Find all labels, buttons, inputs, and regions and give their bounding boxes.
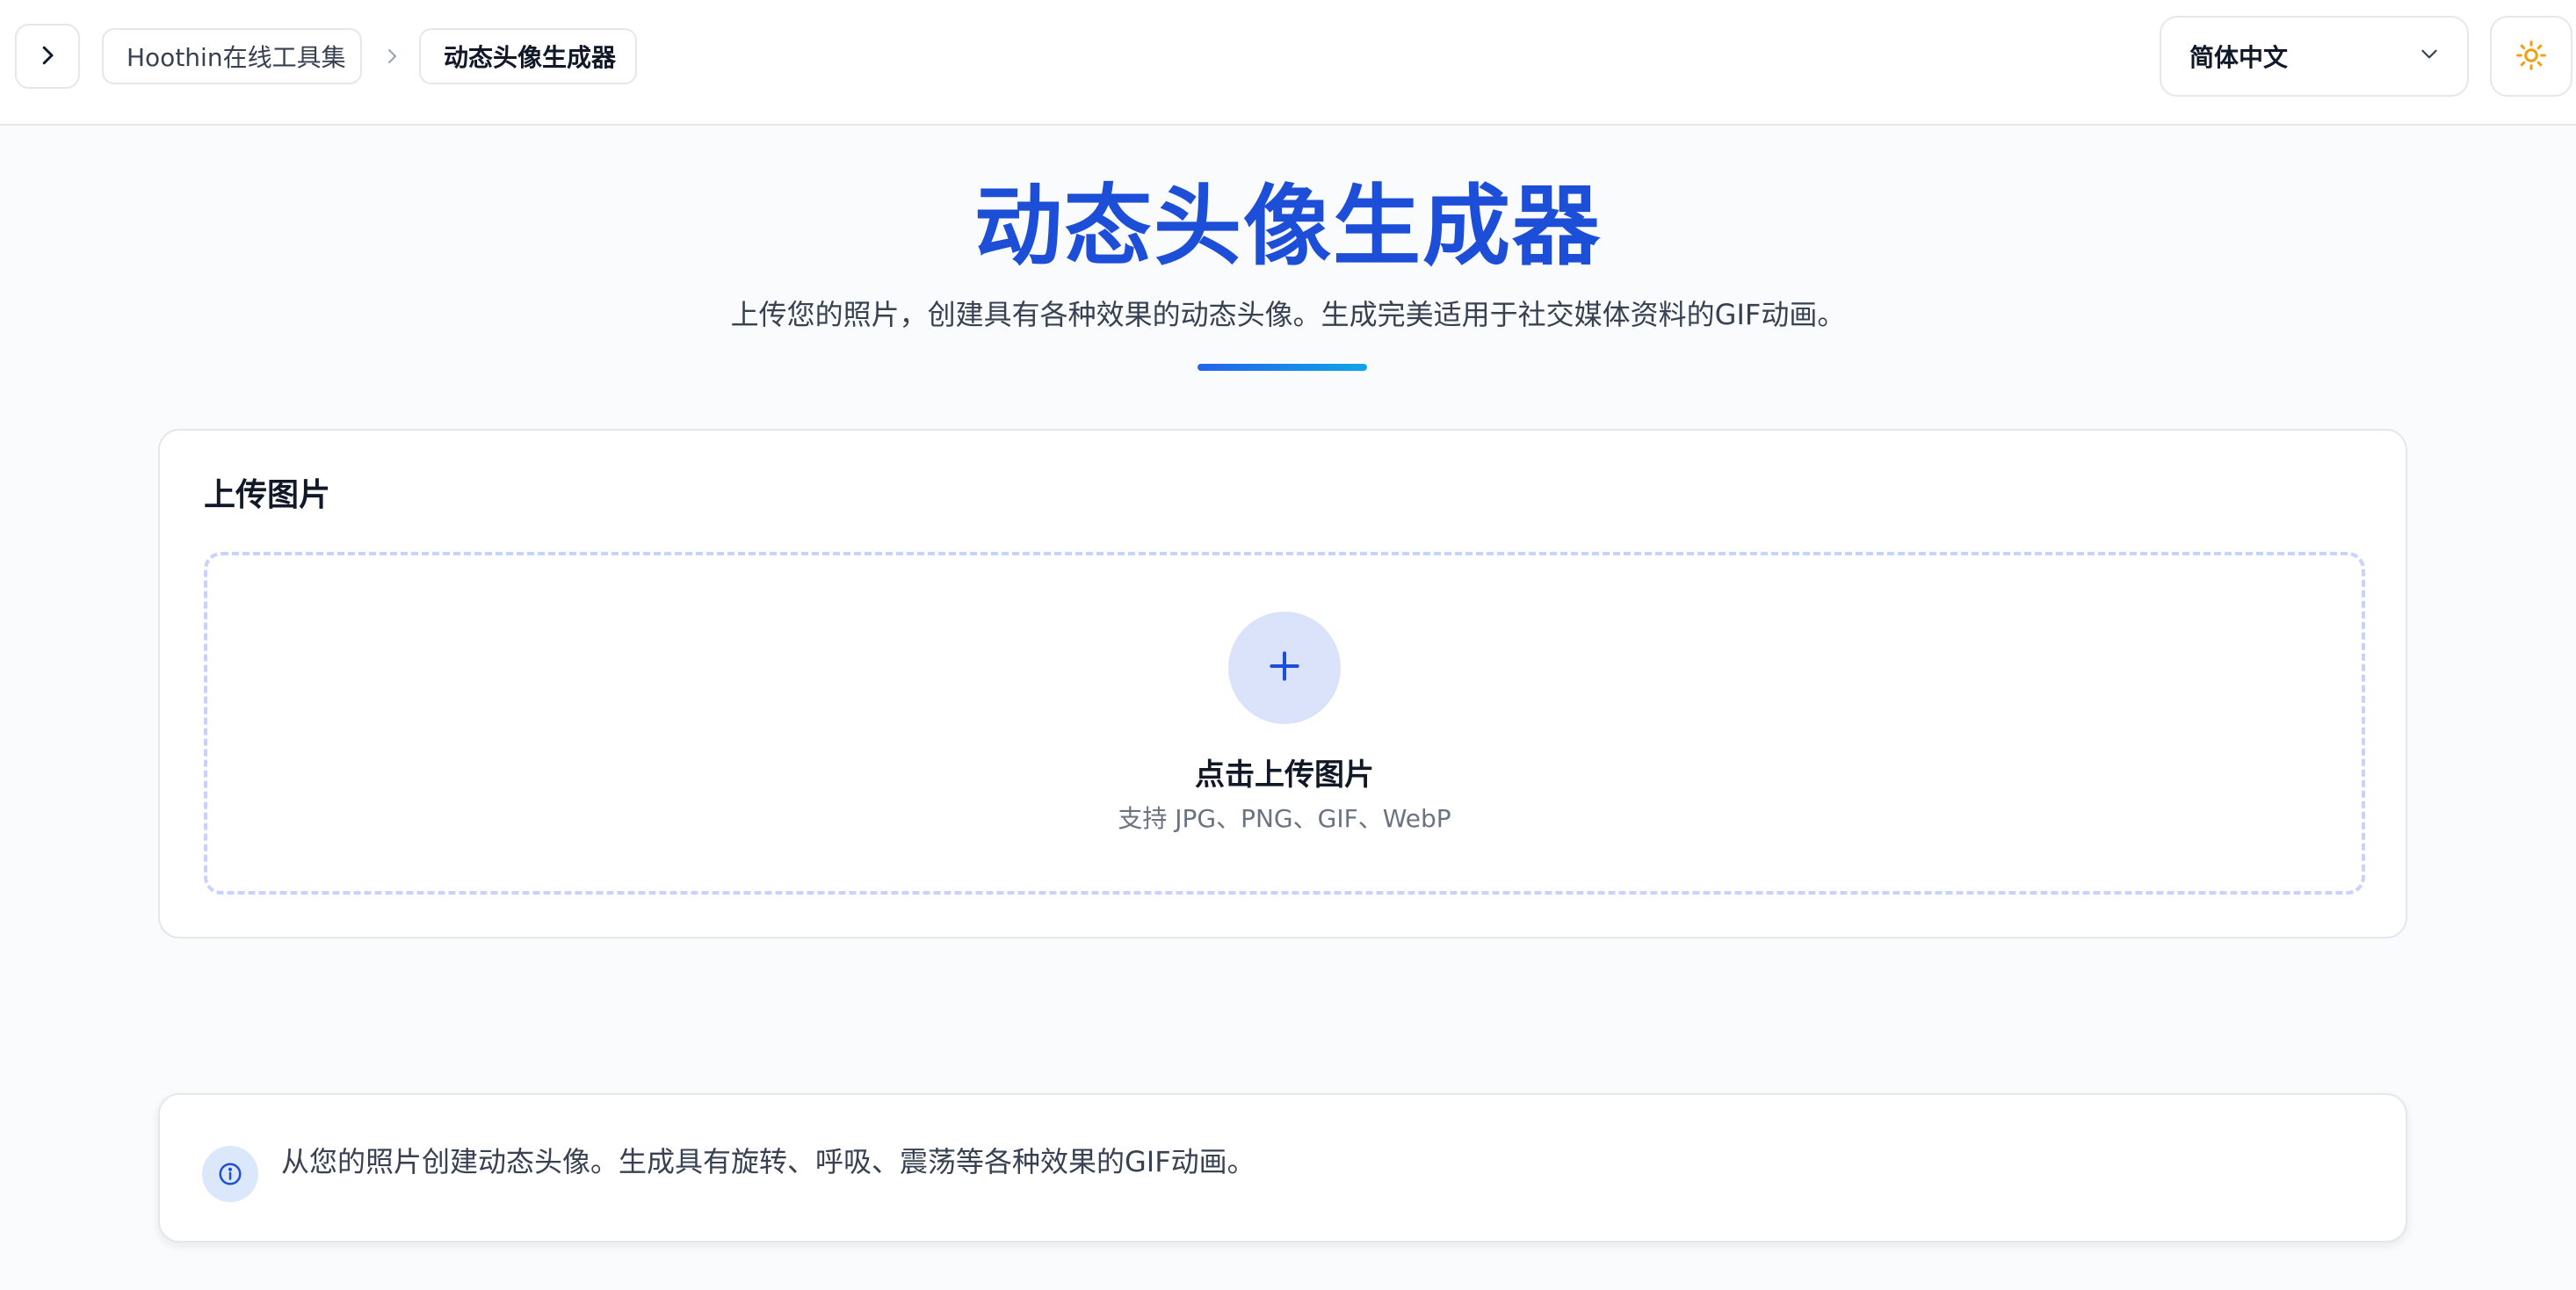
upload-dropzone[interactable]: 点击上传图片 支持 JPG、PNG、GIF、WebP	[204, 552, 2365, 895]
plus-icon	[1265, 647, 1304, 689]
chevron-down-icon	[2418, 42, 2441, 71]
info-icon	[202, 1146, 258, 1202]
language-select-value: 简体中文	[2189, 43, 2289, 72]
chevron-right-icon	[34, 42, 61, 71]
upload-card-title: 上传图片	[204, 477, 331, 513]
info-text: 从您的照片创建动态头像。生成具有旋转、呼吸、震荡等各种效果的GIF动画。	[281, 1145, 1255, 1178]
top-bar: Hoothin在线工具集 动态头像生成器 简体中文	[0, 0, 2576, 126]
page-subtitle: 上传您的照片，创建具有各种效果的动态头像。生成完美适用于社交媒体资料的GIF动画…	[730, 298, 1846, 331]
sun-icon	[2515, 40, 2547, 74]
dropzone-format-hint: 支持 JPG、PNG、GIF、WebP	[1118, 804, 1451, 833]
breadcrumb-separator-icon	[378, 42, 406, 70]
sidebar-toggle-button[interactable]	[15, 24, 80, 89]
dropzone-label: 点击上传图片	[1195, 757, 1374, 793]
upload-card: 上传图片 点击上传图片 支持 JPG、PNG、GIF、WebP	[158, 429, 2407, 939]
breadcrumb-current-page: 动态头像生成器	[419, 28, 637, 84]
upload-button-circle[interactable]	[1228, 612, 1341, 724]
title-underline-divider	[1198, 364, 1367, 371]
info-card: 从您的照片创建动态头像。生成具有旋转、呼吸、震荡等各种效果的GIF动画。	[158, 1093, 2407, 1243]
breadcrumb-home-link[interactable]: Hoothin在线工具集	[102, 28, 362, 84]
page-title: 动态头像生成器	[974, 175, 1602, 278]
language-select[interactable]: 简体中文	[2160, 16, 2469, 97]
theme-toggle-button[interactable]	[2490, 16, 2572, 97]
